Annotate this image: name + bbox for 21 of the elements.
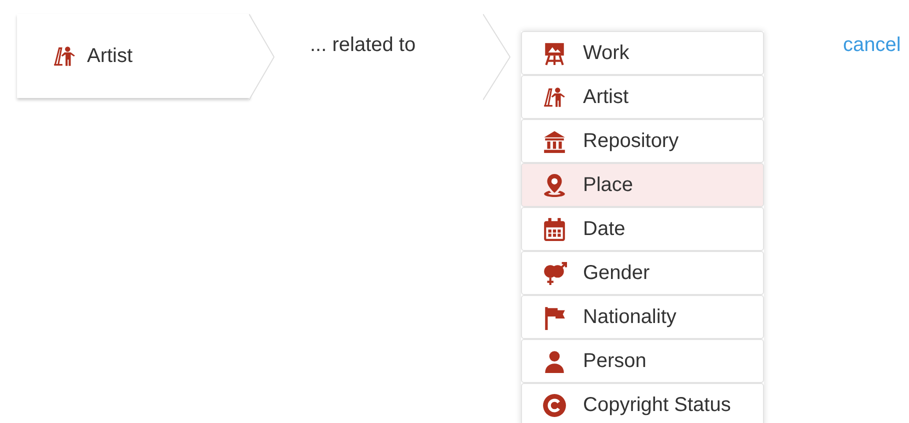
option-item[interactable]: Date xyxy=(521,207,764,251)
option-item[interactable]: Artist xyxy=(521,75,764,119)
map-pin-icon xyxy=(542,172,567,198)
flag-icon xyxy=(542,304,567,330)
step-label: Artist xyxy=(87,44,133,68)
gender-icon xyxy=(542,260,567,286)
option-item[interactable]: Nationality xyxy=(521,295,764,339)
artist-icon xyxy=(542,84,567,110)
person-icon xyxy=(542,348,567,374)
copyright-icon xyxy=(542,392,567,418)
option-item[interactable]: Repository xyxy=(521,119,764,163)
bank-icon xyxy=(542,128,567,154)
option-item[interactable]: Copyright Status xyxy=(521,383,764,423)
easel-icon xyxy=(542,40,567,66)
option-item[interactable]: Place xyxy=(521,163,764,207)
calendar-icon xyxy=(542,216,567,242)
relation-label: ... related to xyxy=(310,34,417,57)
artist-icon xyxy=(52,44,77,68)
option-item[interactable]: Person xyxy=(521,339,764,383)
option-item[interactable]: Work xyxy=(521,31,764,75)
option-item[interactable]: Gender xyxy=(521,251,764,295)
